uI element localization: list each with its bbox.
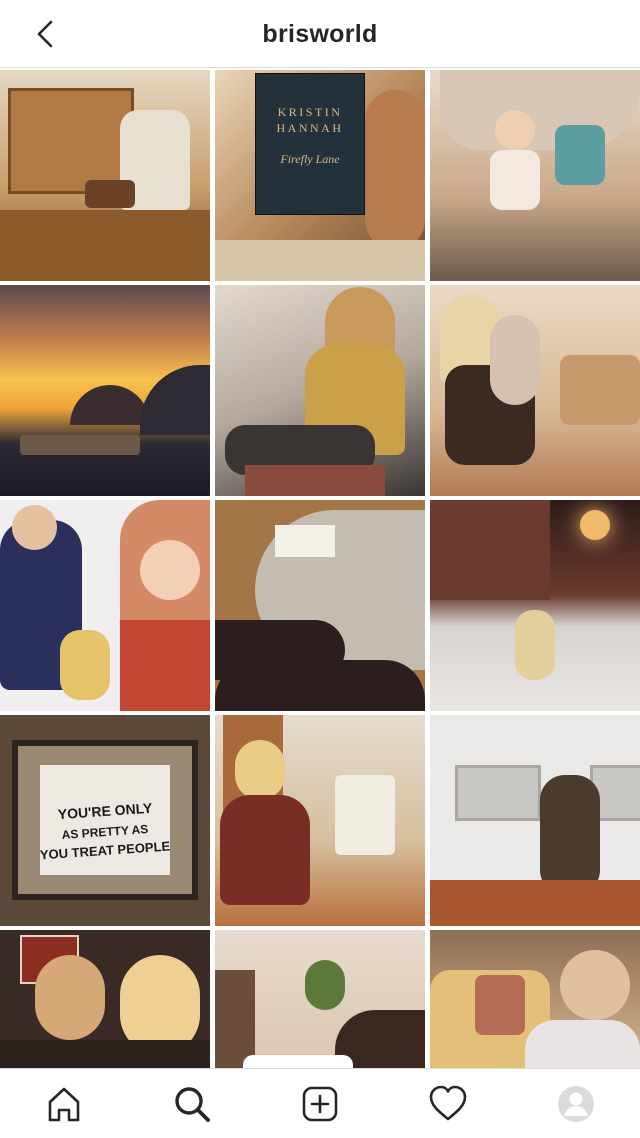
photo-tile[interactable] bbox=[430, 500, 640, 711]
photo-tile[interactable] bbox=[215, 285, 425, 496]
photo-tile[interactable] bbox=[430, 930, 640, 1068]
bottom-navigation bbox=[0, 1068, 640, 1138]
plus-square-icon bbox=[302, 1086, 338, 1122]
nav-search-button[interactable] bbox=[164, 1077, 220, 1131]
search-icon bbox=[175, 1087, 210, 1122]
photo-tile[interactable] bbox=[215, 930, 425, 1068]
photo-tile[interactable] bbox=[430, 285, 640, 496]
heart-icon bbox=[429, 1085, 467, 1121]
top-bar: brisworld bbox=[0, 0, 640, 68]
nav-home-button[interactable] bbox=[36, 1077, 92, 1131]
book-author: KRISTIN HANNAH bbox=[276, 105, 344, 135]
avatar-icon bbox=[558, 1086, 594, 1122]
book-cover: KRISTIN HANNAH Firefly Lane bbox=[255, 73, 365, 215]
nav-new-post-button[interactable] bbox=[292, 1077, 348, 1131]
nav-profile-button[interactable] bbox=[548, 1077, 604, 1131]
photo-tile[interactable] bbox=[215, 715, 425, 926]
photo-tile[interactable] bbox=[0, 70, 210, 281]
photo-tile[interactable]: YOU'RE ONLY AS PRETTY AS YOU TREAT PEOPL… bbox=[0, 715, 210, 926]
photo-tile[interactable] bbox=[430, 70, 640, 281]
photo-tile[interactable] bbox=[430, 715, 640, 926]
profile-username-title: brisworld bbox=[262, 20, 378, 48]
photo-tile[interactable] bbox=[0, 285, 210, 496]
nav-activity-button[interactable] bbox=[420, 1077, 476, 1131]
photo-grid: KRISTIN HANNAH Firefly Lane YOU'RE ONLY … bbox=[0, 70, 640, 1068]
photo-tile[interactable] bbox=[0, 500, 210, 711]
photo-tile[interactable]: KRISTIN HANNAH Firefly Lane bbox=[215, 70, 425, 281]
photo-tile[interactable] bbox=[0, 930, 210, 1068]
photo-tile[interactable] bbox=[215, 500, 425, 711]
home-icon bbox=[48, 1087, 80, 1122]
book-title: Firefly Lane bbox=[280, 152, 340, 166]
